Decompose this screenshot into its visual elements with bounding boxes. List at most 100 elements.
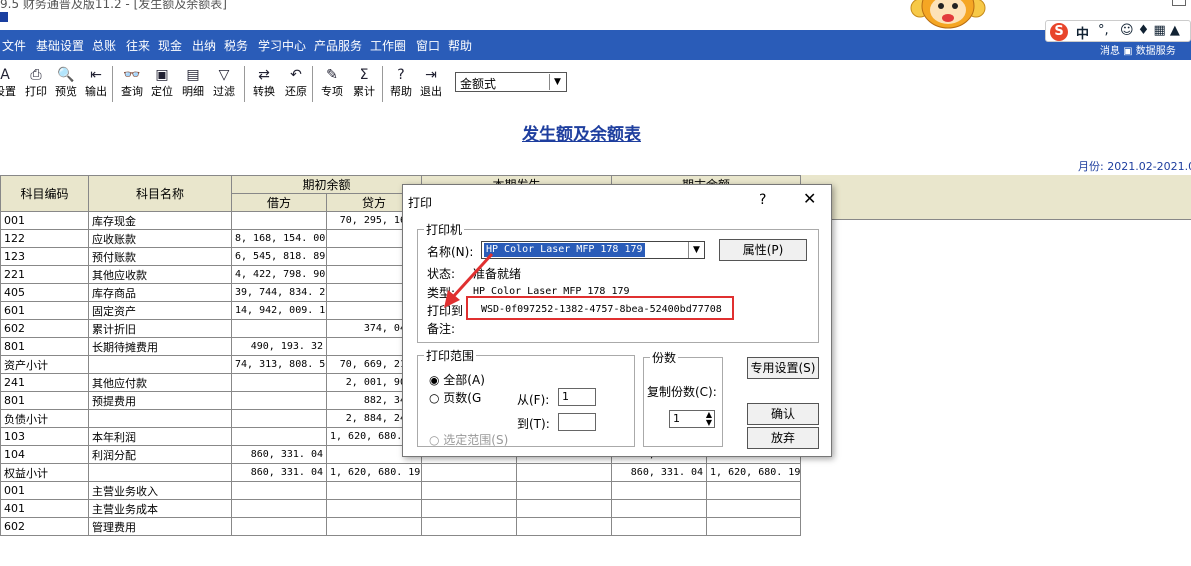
toolbar-settings-button[interactable]: A 设置 — [0, 65, 18, 105]
table-row[interactable]: 401 主营业务成本 — [0, 499, 802, 518]
table-cell — [421, 481, 518, 500]
table-cell: 4, 422, 798. 90 — [231, 265, 327, 284]
table-cell — [611, 517, 708, 536]
copies-stepper[interactable]: 1 ▲ ▼ — [669, 410, 715, 428]
ime-tools-icons[interactable]: ☺ ♦ ▦ ▲ — [1120, 23, 1180, 38]
settings-icon: A — [0, 67, 10, 83]
toolbar-special-button[interactable]: ✎ 专项 — [318, 65, 346, 105]
sum-icon: Σ — [359, 67, 369, 83]
table-cell: 490, 193. 32 — [231, 337, 327, 356]
table-cell: 管理费用 — [88, 517, 232, 536]
table-cell: 401 — [0, 499, 89, 518]
table-cell — [88, 409, 232, 428]
toolbar-label: 打印 — [25, 85, 47, 98]
table-row[interactable]: 001 主营业务收入 — [0, 481, 802, 500]
ime-lang-toggle[interactable]: 中 — [1076, 23, 1089, 42]
toolbar-label: 专项 — [321, 85, 343, 98]
toolbar-preview-button[interactable]: 🔍 预览 — [52, 65, 80, 105]
table-cell: 860, 331. 04 — [231, 463, 327, 482]
special-settings-button[interactable]: 专用设置(S) — [747, 357, 819, 379]
toolbar-locate-button[interactable]: ▣ 定位 — [148, 65, 176, 105]
menu-item-0[interactable]: 文件 — [2, 37, 26, 54]
toolbar-label: 设置 — [0, 85, 16, 98]
menu-item-7[interactable]: 学习中心 — [258, 37, 306, 54]
properties-button[interactable]: 属性(P) — [719, 239, 807, 261]
close-icon[interactable]: ✕ — [803, 189, 816, 208]
table-cell — [231, 409, 327, 428]
toolbar-exit-button[interactable]: ⇥ 退出 — [418, 65, 444, 105]
sogou-logo-icon[interactable]: S — [1050, 23, 1068, 41]
news-link[interactable]: 消息 ▣ 数据服务 — [1100, 42, 1176, 57]
to-label: 到(T): — [517, 417, 550, 431]
toolbar-printer-button[interactable]: ⎙ 打印 — [22, 65, 50, 105]
menu-item-6[interactable]: 税务 — [224, 37, 248, 54]
table-row[interactable]: 602 管理费用 — [0, 517, 802, 536]
toolbar-detail-button[interactable]: ▤ 明细 — [178, 65, 208, 105]
menu-item-8[interactable]: 产品服务 — [314, 37, 362, 54]
ime-toolbar[interactable]: S 中 °, ☺ ♦ ▦ ▲ — [1045, 20, 1191, 42]
table-cell — [706, 517, 802, 536]
to-input[interactable] — [558, 413, 596, 431]
ok-button[interactable]: 确认 — [747, 403, 819, 425]
from-input[interactable]: 1 — [558, 388, 596, 406]
toolbar-help-button[interactable]: ? 帮助 — [388, 65, 414, 105]
table-cell: 14, 942, 009. 18 — [231, 301, 327, 320]
radio-selection[interactable]: ○ 选定范围(S) — [429, 431, 508, 448]
chevron-down-icon[interactable]: ▼ — [688, 242, 704, 258]
col-name[interactable]: 科目名称 — [88, 175, 232, 212]
table-cell — [231, 211, 327, 230]
toolbar-separator — [382, 66, 383, 102]
table-cell — [88, 463, 232, 482]
toolbar-label: 帮助 — [390, 85, 412, 98]
table-cell — [325, 517, 423, 536]
printer-name-select[interactable]: HP Color Laser MFP 178 179 ▼ — [481, 241, 705, 259]
app-icon — [0, 12, 8, 22]
menu-item-5[interactable]: 出纳 — [192, 37, 216, 54]
help-icon[interactable]: ? — [759, 192, 766, 208]
table-cell — [421, 463, 518, 482]
col-code[interactable]: 科目编码 — [0, 175, 89, 212]
menu-item-10[interactable]: 窗口 — [416, 37, 440, 54]
toolbar-sum-button[interactable]: Σ 累计 — [350, 65, 378, 105]
table-cell — [231, 319, 327, 338]
table-cell: 860, 331. 04 — [231, 445, 327, 464]
menu-item-1[interactable]: 基础设置 — [36, 37, 84, 54]
table-cell: 其他应收款 — [88, 265, 232, 284]
table-cell: 利润分配 — [88, 445, 232, 464]
chevron-down-icon[interactable]: ▼ — [549, 74, 565, 90]
ime-punct-toggle[interactable]: °, — [1098, 23, 1109, 38]
toolbar-export-button[interactable]: ⇤ 输出 — [82, 65, 110, 105]
toolbar-restore-button[interactable]: ↶ 还原 — [282, 65, 310, 105]
table-cell: 103 — [0, 427, 89, 446]
convert-icon: ⇄ — [258, 67, 270, 83]
menu-item-4[interactable]: 现金 — [158, 37, 182, 54]
table-cell: 预提费用 — [88, 391, 232, 410]
export-icon: ⇤ — [90, 67, 102, 83]
table-cell — [706, 481, 802, 500]
radio-all[interactable]: ◉ 全部(A) — [429, 371, 485, 388]
menu-item-2[interactable]: 总账 — [92, 37, 116, 54]
table-cell: 104 — [0, 445, 89, 464]
table-cell: 主营业务收入 — [88, 481, 232, 500]
minimize-button[interactable] — [1172, 0, 1186, 6]
table-row[interactable]: 权益小计 860, 331. 04 1, 620, 680. 19 860, 331.… — [0, 463, 802, 482]
toolbar-label: 输出 — [85, 85, 107, 98]
table-cell: 资产小计 — [0, 355, 89, 374]
month-range: 月份: 2021.02-2021.0 — [1078, 160, 1191, 173]
menu-item-9[interactable]: 工作圈 — [370, 37, 406, 54]
spin-arrows-icon[interactable]: ▲ ▼ — [706, 411, 712, 427]
radio-pages[interactable]: ○ 页数(G — [429, 389, 481, 406]
menu-item-11[interactable]: 帮助 — [448, 37, 472, 54]
table-cell — [325, 481, 423, 500]
toolbar-binoculars-button[interactable]: 👓 查询 — [118, 65, 146, 105]
toolbar-convert-button[interactable]: ⇄ 转换 — [250, 65, 278, 105]
cancel-button[interactable]: 放弃 — [747, 427, 819, 449]
table-cell — [421, 499, 518, 518]
toolbar-label: 退出 — [420, 85, 442, 98]
menu-item-3[interactable]: 往来 — [126, 37, 150, 54]
table-cell: 预付账款 — [88, 247, 232, 266]
format-select[interactable]: 金额式 ▼ — [455, 72, 567, 92]
toolbar-filter-button[interactable]: ▽ 过滤 — [210, 65, 238, 105]
table-cell: 6, 545, 818. 89 — [231, 247, 327, 266]
table-cell — [231, 391, 327, 410]
